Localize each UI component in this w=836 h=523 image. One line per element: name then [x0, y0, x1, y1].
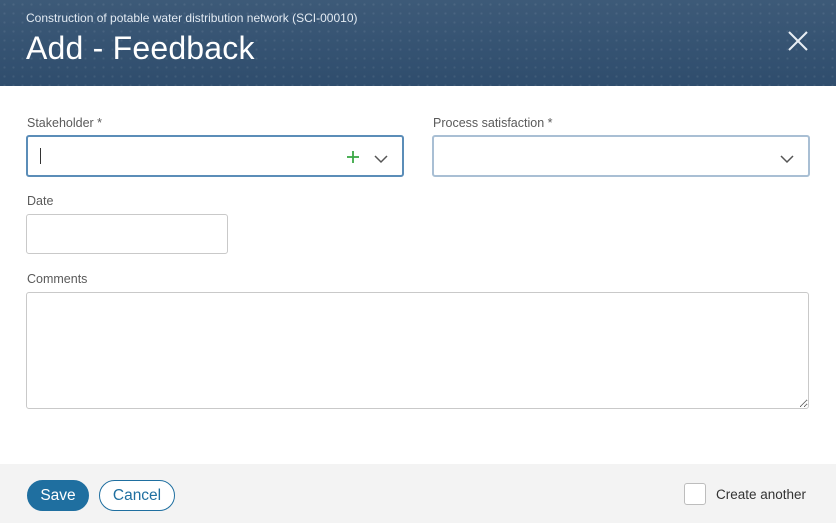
- dialog-header: Construction of potable water distributi…: [0, 0, 836, 86]
- text-caret: [40, 148, 41, 164]
- stakeholder-label: Stakeholder *: [27, 116, 103, 130]
- plus-icon[interactable]: [346, 150, 360, 164]
- process-satisfaction-select[interactable]: [432, 135, 810, 177]
- save-button[interactable]: Save: [27, 480, 89, 511]
- project-subtitle: Construction of potable water distributi…: [26, 11, 358, 25]
- create-another-label[interactable]: Create another: [716, 487, 806, 502]
- create-another-checkbox[interactable]: [684, 483, 706, 505]
- comments-label: Comments: [27, 272, 88, 286]
- close-icon[interactable]: [785, 28, 811, 54]
- comments-textarea[interactable]: [26, 292, 809, 409]
- stakeholder-input[interactable]: [26, 135, 404, 177]
- dialog-footer: Save Cancel Create another: [0, 464, 836, 523]
- cancel-button[interactable]: Cancel: [99, 480, 175, 511]
- date-label: Date: [27, 194, 54, 208]
- dialog-title: Add - Feedback: [26, 30, 255, 66]
- process-satisfaction-label: Process satisfaction *: [433, 116, 553, 130]
- chevron-down-icon[interactable]: [374, 151, 388, 164]
- date-input[interactable]: [26, 214, 228, 254]
- chevron-down-icon[interactable]: [780, 151, 794, 164]
